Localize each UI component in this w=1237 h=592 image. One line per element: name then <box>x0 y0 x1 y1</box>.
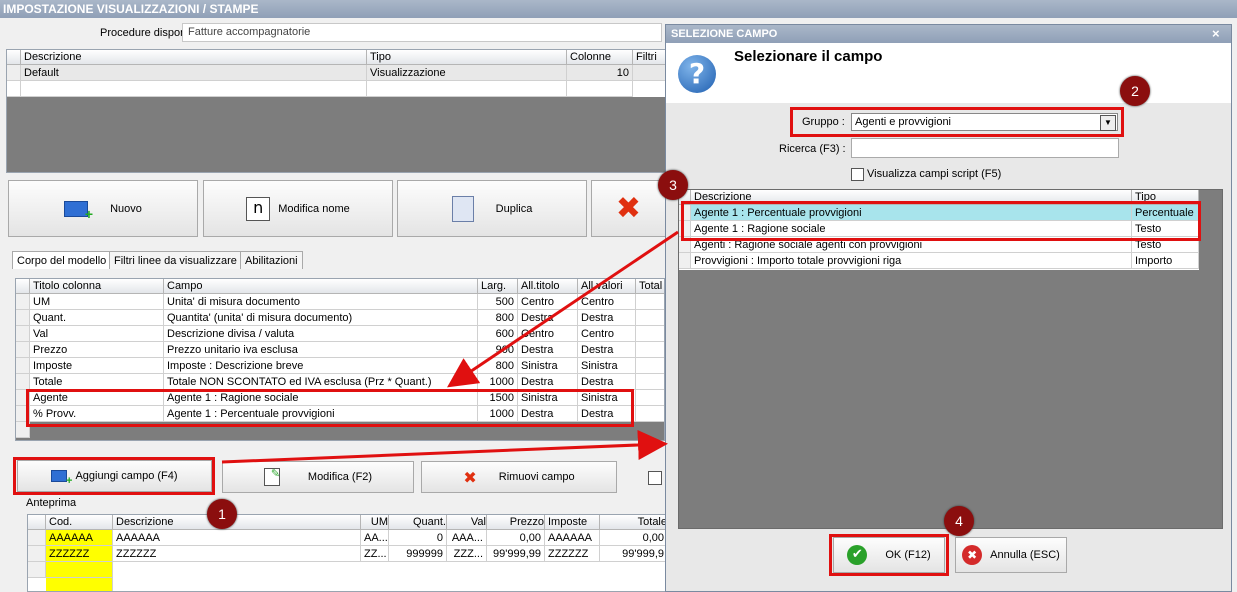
callout-number-3: 3 <box>658 170 688 200</box>
annotation-arrows <box>221 230 679 464</box>
arrow-to-dialog <box>221 429 668 464</box>
arrow-to-columns <box>447 230 679 388</box>
callout-number-1: 1 <box>207 499 237 529</box>
callout-number-4: 4 <box>944 506 974 536</box>
callout-number-2: 2 <box>1120 76 1150 106</box>
